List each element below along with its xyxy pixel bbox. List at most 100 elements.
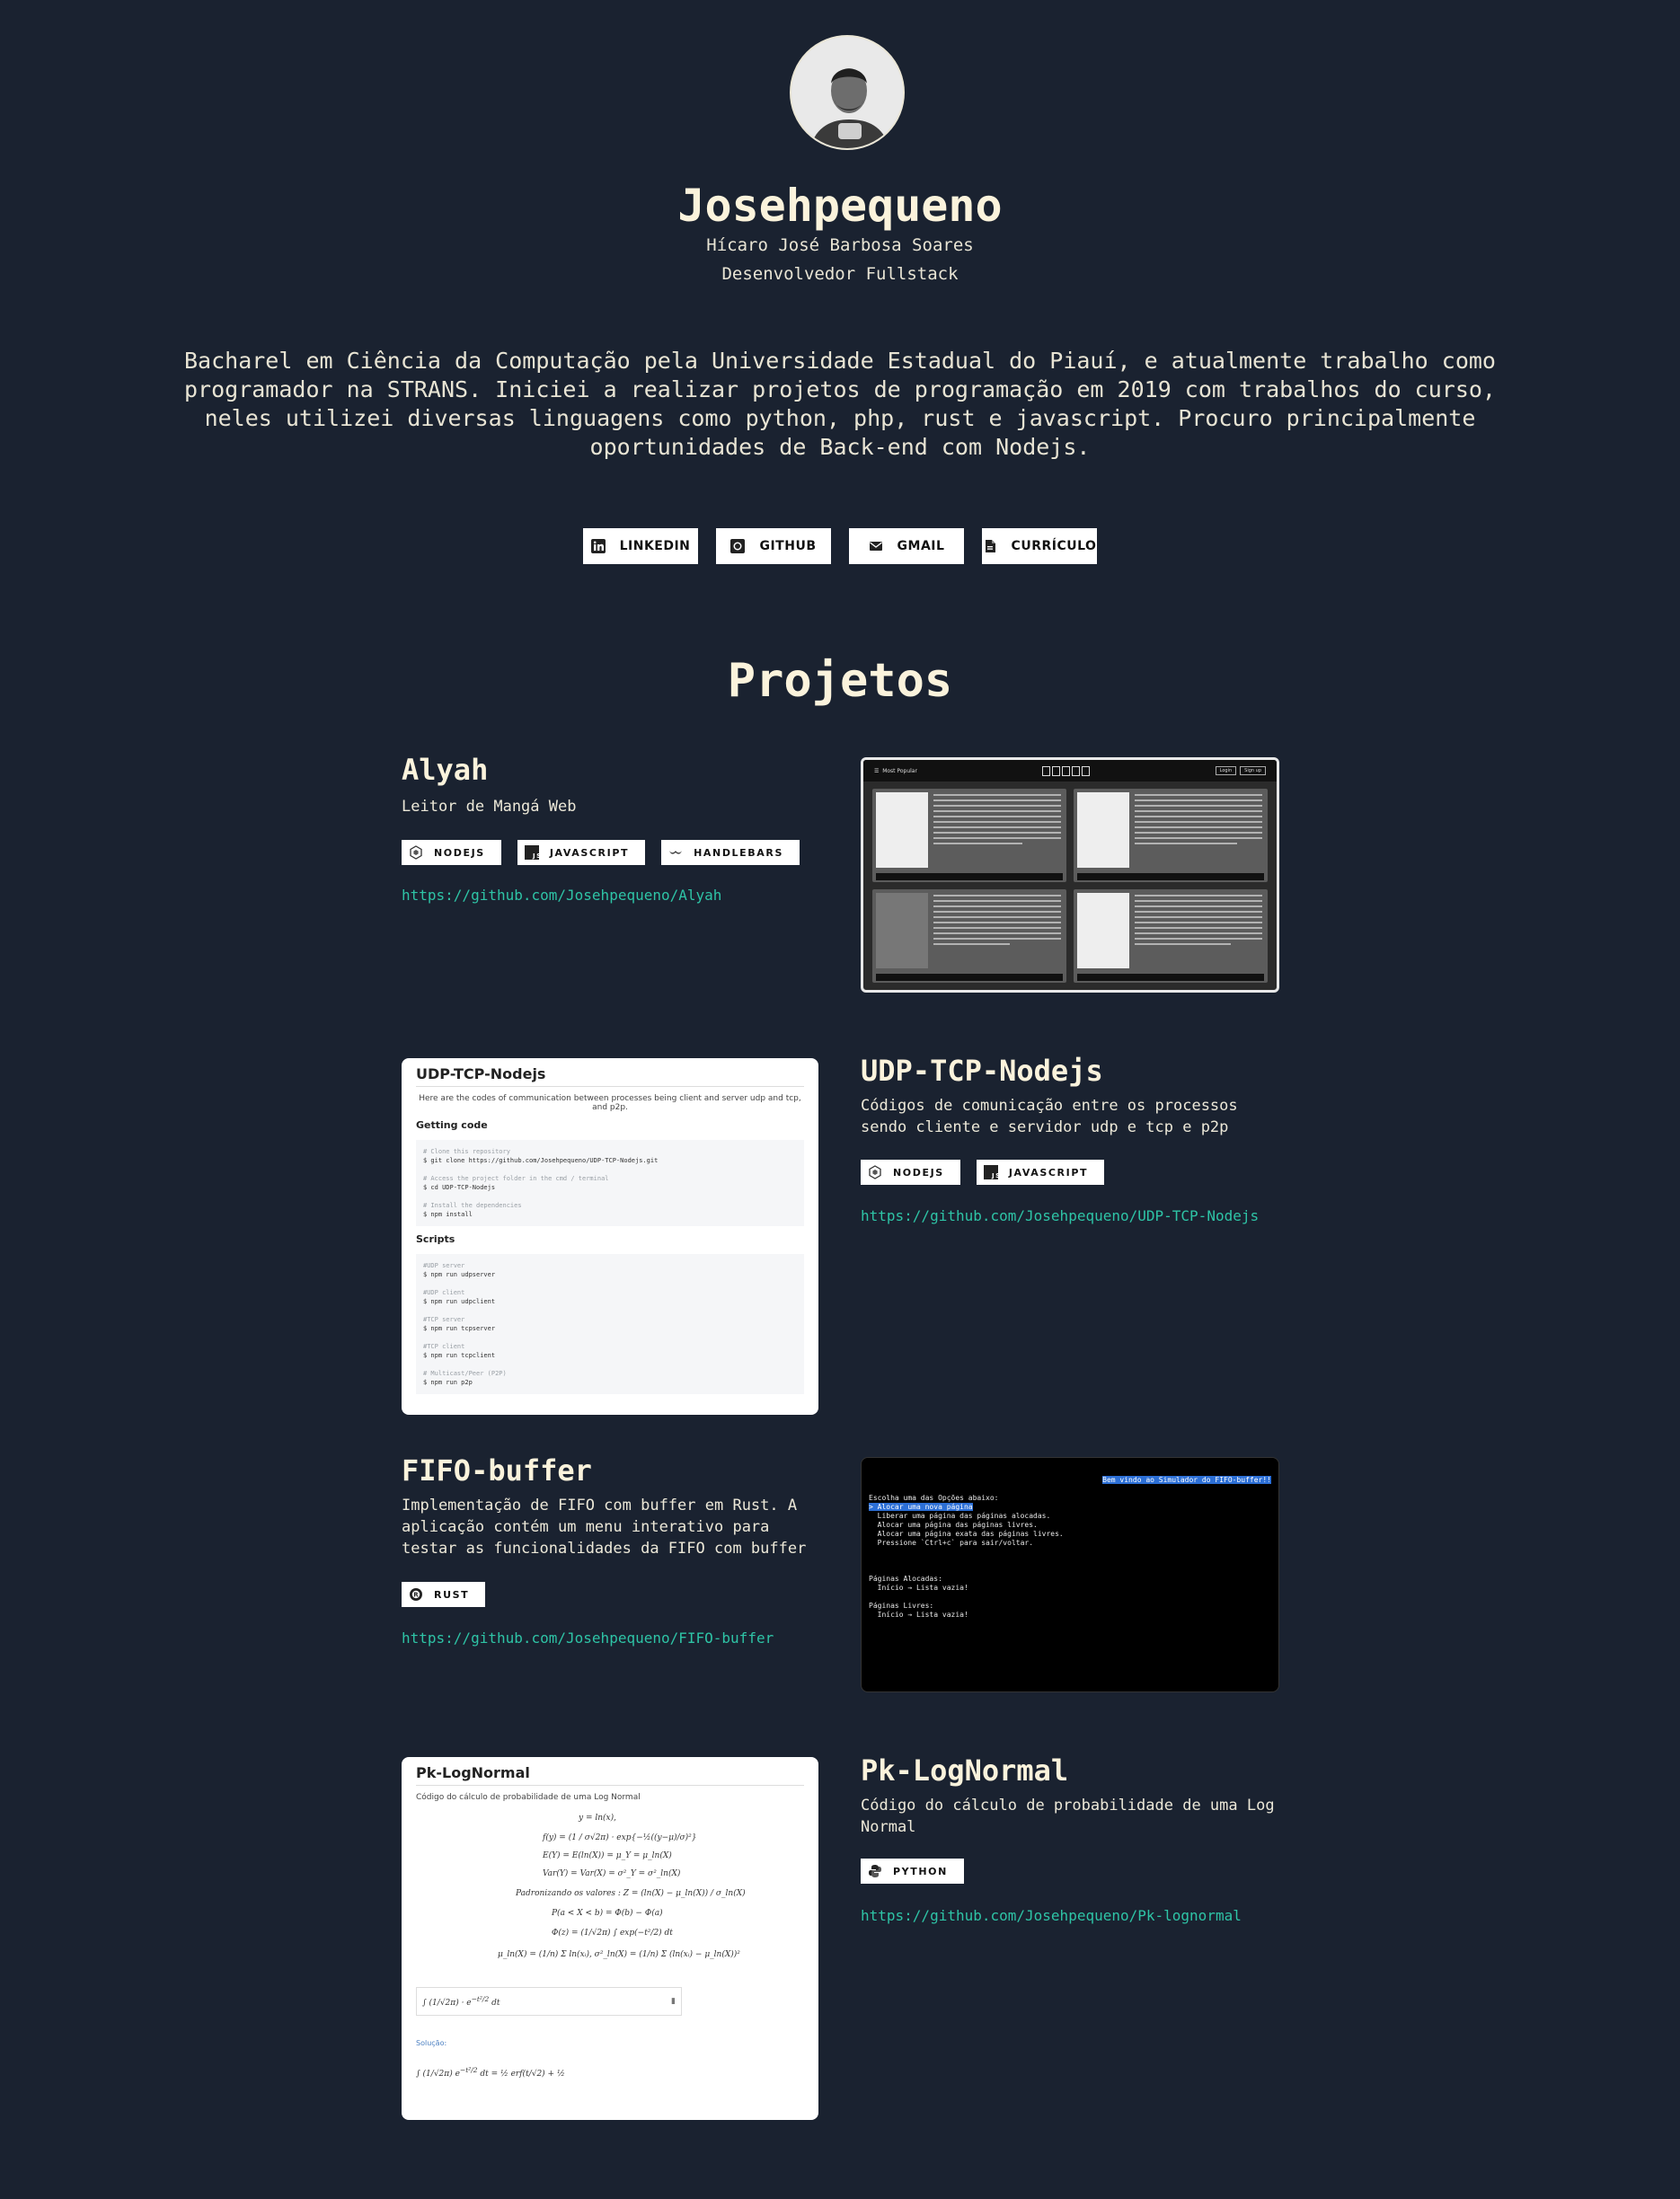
alyah-nav-text: Most Popular [882,767,917,774]
udp-doc-getting: Getting code [416,1119,488,1131]
svg-text:P(a < X < b) = Φ(b) − Φ(a): P(a < X < b) = Φ(b) − Φ(a) [551,1908,663,1918]
udp-code-block-1: # Clone this repository $ git clone http… [416,1140,804,1226]
tag-javascript[interactable]: JS JAVASCRIPT [976,1160,1105,1185]
udp-doc-heading: UDP-TCP-Nodejs [416,1065,804,1087]
project-title-fifo: FIFO-buffer [402,1453,592,1488]
pk-screenshot: Pk-LogNormal Código do cálculo de probab… [402,1757,818,2120]
pk-doc-intro: Código do cálculo de probabilidade de um… [416,1793,641,1802]
projects-title: Projetos [727,654,953,708]
svg-text:Φ(z) = (1/√2π) ∫ exp(−t²/2) dt: Φ(z) = (1/√2π) ∫ exp(−t²/2) dt [552,1928,673,1938]
tag-nodejs[interactable]: NODEJS [861,1160,960,1185]
nodejs-icon [868,1165,882,1179]
udp-doc-intro: Here are the codes of communication betw… [419,1094,801,1112]
fifo-screenshot: Bem vindo ao Simulador do FIFO-buffer!! … [861,1457,1279,1692]
profile-bio: Bacharel em Ciência da Computação pela U… [184,348,1496,460]
tag-label: NODEJS [434,846,485,859]
pdf-icon [983,539,997,553]
mail-icon [869,539,883,553]
svg-text:y = ln(x),: y = ln(x), [578,1813,616,1823]
svg-text:μ_ln(X) = (1/n) Σ ln(xᵢ), σ²_: μ_ln(X) = (1/n) Σ ln(xᵢ), σ²_ln(X) = (1/… [498,1949,740,1959]
alyah-logo-icon [1042,765,1091,776]
curriculo-label: CURRÍCULO [1011,539,1097,553]
manga-cover-image [876,893,928,968]
alyah-signup: Sign up [1240,766,1266,775]
tag-handlebars[interactable]: HANDLEBARS [661,840,800,865]
project-link-alyah[interactable]: https://github.com/Josehpequeno/Alyah [402,887,721,904]
tag-rust[interactable]: R RUST [402,1582,486,1607]
tag-label: PYTHON [893,1865,948,1877]
linkedin-button[interactable]: LINKEDIN [583,528,698,564]
linkedin-icon [590,539,606,553]
social-links: LINKEDIN GITHUB GMAIL CURRÍCULO [0,528,1680,564]
manga-cover-image [876,792,928,868]
pk-solution-label: Solução: [416,2039,447,2047]
tag-javascript[interactable]: JS JAVASCRIPT [517,840,646,865]
project-description-udp: Códigos de comunicação entre os processo… [861,1097,1238,1136]
manga-card [1074,889,1268,983]
github-button[interactable]: GITHUB [716,528,831,564]
svg-text:f(y) = (1 / σ√2π) · exp{−½((y−: f(y) = (1 / σ√2π) · exp{−½((y−μ)/σ)²} [542,1832,697,1842]
tag-label: HANDLEBARS [694,846,783,859]
nodejs-icon [409,845,423,860]
project-link-udp[interactable]: https://github.com/Josehpequeno/UDP-TCP-… [861,1207,1259,1224]
svg-text:JS: JS [532,852,539,860]
javascript-icon: JS [524,845,539,860]
handlebars-icon [668,845,683,860]
alyah-login: Login [1215,766,1237,775]
clipboard-icon: ▮ [671,1997,676,2006]
github-icon [730,539,746,553]
menu-icon: ☰ [874,767,883,774]
javascript-icon: JS [983,1165,998,1179]
gmail-button[interactable]: GMAIL [849,528,964,564]
udp-code-block-2: #UDP server $ npm run udpserver #UDP cli… [416,1254,804,1394]
project-description-pk: Código do cálculo de probabilidade de um… [861,1797,1275,1836]
manga-card [872,889,1066,983]
project-tags-udp: NODEJS JS JAVASCRIPT [861,1160,1105,1185]
manga-cover-image [1077,792,1129,868]
profile-username: Josehpequeno [677,180,1003,232]
alyah-screenshot: ☰ Most Popular Login Sign up [861,757,1279,993]
project-tags-alyah: NODEJS JS JAVASCRIPT HANDLEBARS [402,840,800,865]
project-description-fifo: Implementação de FIFO com buffer em Rust… [402,1497,807,1558]
manga-card [872,789,1066,882]
udp-screenshot: UDP-TCP-Nodejs Here are the codes of com… [402,1058,818,1415]
svg-text:R: R [413,1592,420,1599]
project-link-pk[interactable]: https://github.com/Josehpequeno/Pk-logno… [861,1907,1242,1924]
gmail-label: GMAIL [897,539,945,553]
udp-doc-scripts: Scripts [416,1233,455,1245]
profile-avatar [790,35,905,150]
project-title-pk: Pk-LogNormal [861,1753,1069,1788]
tag-label: RUST [434,1588,470,1601]
pk-formula-image: y = ln(x), f(y) = (1 / σ√2π) · exp{−½((y… [498,1813,746,1959]
manga-card [1074,789,1268,882]
project-title-udp: UDP-TCP-Nodejs [861,1054,1103,1088]
project-tags-pk: PYTHON [861,1859,964,1884]
manga-cover-image [1077,893,1129,968]
pk-solution-formula: ∫ (1/√2π) e−t²/2 dt = ½ erf(t/√2) + ½ [416,2066,565,2079]
project-link-fifo[interactable]: https://github.com/Josehpequeno/FIFO-buf… [402,1629,774,1647]
tag-python[interactable]: PYTHON [861,1859,964,1884]
pk-doc-heading: Pk-LogNormal [416,1764,804,1786]
pk-input-box: ∫ (1/√2π) · e−t²/2 dt ▮ [416,1987,682,2016]
profile-full-name: Hícaro José Barbosa Soares [706,235,974,255]
profile-role: Desenvolvedor Fullstack [721,264,959,284]
github-label: GITHUB [759,539,817,553]
tag-label: NODEJS [893,1166,944,1179]
svg-text:Var(Y) = Var(X) = σ²_Y = σ²_ln: Var(Y) = Var(X) = σ²_Y = σ²_ln(X) [543,1868,681,1878]
pk-formulas: y = ln(x), f(y) = (1 / σ√2π) · exp{−½((y… [416,1809,804,1978]
avatar-photo [791,37,903,148]
alyah-topbar: ☰ Most Popular Login Sign up [863,760,1277,782]
tag-nodejs[interactable]: NODEJS [402,840,501,865]
tag-label: JAVASCRIPT [549,846,630,859]
rust-icon: R [409,1587,423,1602]
fifo-banner: Bem vindo ao Simulador do FIFO-buffer!! [1102,1476,1271,1484]
project-tags-fifo: R RUST [402,1582,486,1607]
python-icon [868,1864,882,1878]
svg-text:JS: JS [991,1172,998,1179]
curriculo-button[interactable]: CURRÍCULO [982,528,1097,564]
project-title-alyah: Alyah [402,753,489,787]
svg-text:Padronizando os valores : Z =: Padronizando os valores : Z = (ln(X) − μ… [515,1888,746,1898]
project-description-alyah: Leitor de Mangá Web [402,798,577,816]
svg-text:E(Y) = E(ln(X)) = μ_Y = μ_ln(X: E(Y) = E(ln(X)) = μ_Y = μ_ln(X) [542,1850,672,1860]
linkedin-label: LINKEDIN [619,539,691,553]
